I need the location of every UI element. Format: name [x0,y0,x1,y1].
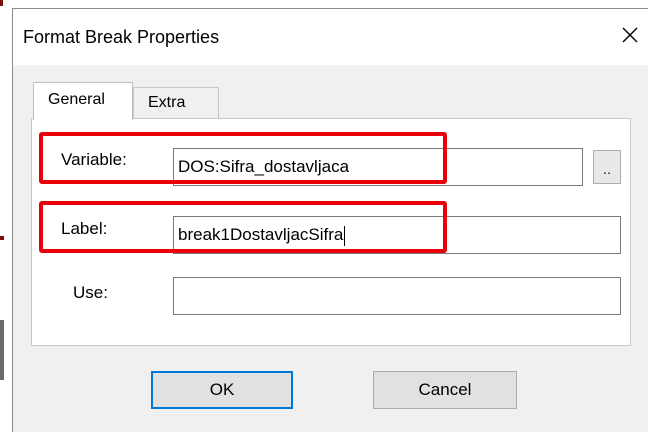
use-field[interactable] [173,277,621,315]
variable-label: Variable: [61,150,127,169]
background-marker [0,236,4,240]
background-divider [0,320,4,380]
variable-field[interactable]: DOS:Sifra_dostavljaca [173,148,583,186]
close-icon[interactable] [616,21,644,49]
browse-variable-button[interactable]: .. [593,150,621,184]
ok-button[interactable]: OK [151,371,293,409]
cancel-button[interactable]: Cancel [373,371,517,409]
variable-field-value: DOS:Sifra_dostavljaca [178,157,350,176]
label-label: Label: [61,219,108,238]
label-field[interactable]: break1DostavljacSifra [173,216,621,254]
tab-general[interactable]: General [33,82,133,120]
tab-extra-label: Extra [148,94,186,111]
window-title: Format Break Properties [23,27,220,47]
tab-general-label: General [48,91,105,108]
label-field-value: break1DostavljacSifra [178,225,344,244]
background-marker [0,0,3,6]
title-bar: Format Break Properties [13,9,648,65]
tab-extra[interactable]: Extra [133,87,219,119]
use-label: Use: [73,283,108,302]
format-break-properties-dialog: Format Break Properties General Extra Va… [12,8,648,432]
text-caret [344,225,346,246]
